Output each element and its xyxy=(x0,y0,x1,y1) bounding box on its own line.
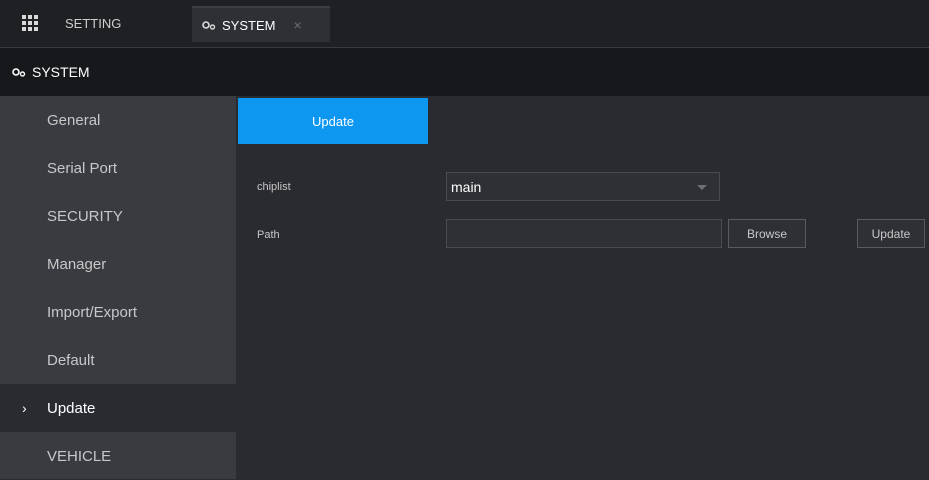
sidebar-item-import-export[interactable]: Import/Export xyxy=(0,288,236,336)
sidebar-item-label: Default xyxy=(47,351,95,369)
tab-setting-label: SETTING xyxy=(65,15,122,31)
chiplist-label: chiplist xyxy=(257,181,291,193)
chiplist-select[interactable]: main xyxy=(446,172,720,201)
top-tab-bar: SETTING SYSTEM × xyxy=(0,0,929,48)
tab-system-label: SYSTEM xyxy=(222,17,276,33)
path-label: Path xyxy=(257,229,280,241)
sidebar-item-default[interactable]: Default xyxy=(0,336,236,384)
gear-icon xyxy=(202,21,216,30)
sidebar-item-label: Import/Export xyxy=(47,303,138,321)
sidebar-item-label: VEHICLE xyxy=(47,447,112,465)
grid-icon xyxy=(22,15,38,31)
sidebar-item-manager[interactable]: Manager xyxy=(0,240,236,288)
page-header: SYSTEM xyxy=(0,48,929,96)
sidebar: General Serial Port SECURITY Manager Imp… xyxy=(0,96,236,479)
chevron-right-icon: › xyxy=(22,400,27,416)
gear-icon xyxy=(12,68,26,77)
chiplist-value: main xyxy=(451,178,482,195)
close-icon[interactable]: × xyxy=(293,17,301,33)
browse-button[interactable]: Browse xyxy=(728,219,806,248)
sidebar-item-serial-port[interactable]: Serial Port xyxy=(0,144,236,192)
tab-setting[interactable]: SETTING xyxy=(18,6,188,40)
sidebar-item-label: Serial Port xyxy=(47,159,118,177)
sidebar-item-label: Manager xyxy=(47,255,107,273)
sidebar-item-general[interactable]: General xyxy=(0,96,236,144)
update-button[interactable]: Update xyxy=(857,219,925,248)
sidebar-item-label: General xyxy=(47,111,101,129)
sidebar-item-update[interactable]: › Update xyxy=(0,384,236,432)
page-title: SYSTEM xyxy=(32,64,90,80)
caret-down-icon xyxy=(697,185,707,190)
tab-system[interactable]: SYSTEM × xyxy=(192,6,330,42)
sidebar-item-security[interactable]: SECURITY xyxy=(0,192,236,240)
path-input[interactable] xyxy=(446,219,722,248)
tab-update[interactable]: Update xyxy=(238,98,428,144)
sidebar-item-label: SECURITY xyxy=(47,207,123,225)
sidebar-item-vehicle[interactable]: VEHICLE xyxy=(0,432,236,480)
main-content: Update chiplist main Path Browse Update xyxy=(236,96,929,479)
sidebar-item-label: Update xyxy=(47,399,96,417)
